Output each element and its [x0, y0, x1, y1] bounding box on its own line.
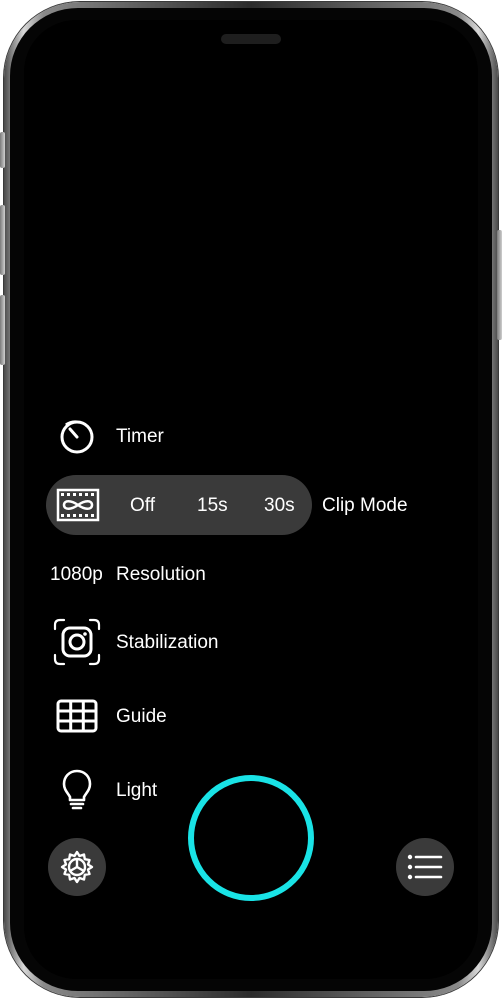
grid-icon[interactable]: [52, 691, 102, 741]
clip-option-off[interactable]: Off: [130, 495, 155, 517]
settings-button[interactable]: [48, 838, 106, 896]
clip-mode-selector[interactable]: Off 15s 30s: [46, 475, 312, 535]
speaker-grille: [221, 34, 281, 44]
gear-icon: [60, 850, 94, 884]
timer-label[interactable]: Timer: [116, 426, 164, 448]
stabilization-icon[interactable]: [52, 617, 102, 667]
resolution-value[interactable]: 1080p: [50, 564, 103, 586]
lightbulb-icon[interactable]: [52, 765, 102, 815]
clip-option-30s[interactable]: 30s: [264, 495, 295, 517]
volume-up-button: [0, 205, 5, 275]
light-label[interactable]: Light: [116, 780, 157, 802]
stabilization-label[interactable]: Stabilization: [116, 632, 218, 654]
list-icon: [407, 854, 443, 880]
power-button: [497, 230, 502, 340]
resolution-label[interactable]: Resolution: [116, 564, 206, 586]
clip-option-15s[interactable]: 15s: [197, 495, 228, 517]
volume-down-button: [0, 295, 5, 365]
silent-switch: [0, 132, 5, 168]
clip-mode-icon[interactable]: [56, 487, 100, 523]
guide-label[interactable]: Guide: [116, 706, 167, 728]
timer-icon[interactable]: [52, 411, 102, 461]
shutter-button[interactable]: [188, 775, 314, 901]
menu-list-button[interactable]: [396, 838, 454, 896]
clip-mode-label[interactable]: Clip Mode: [322, 495, 408, 517]
